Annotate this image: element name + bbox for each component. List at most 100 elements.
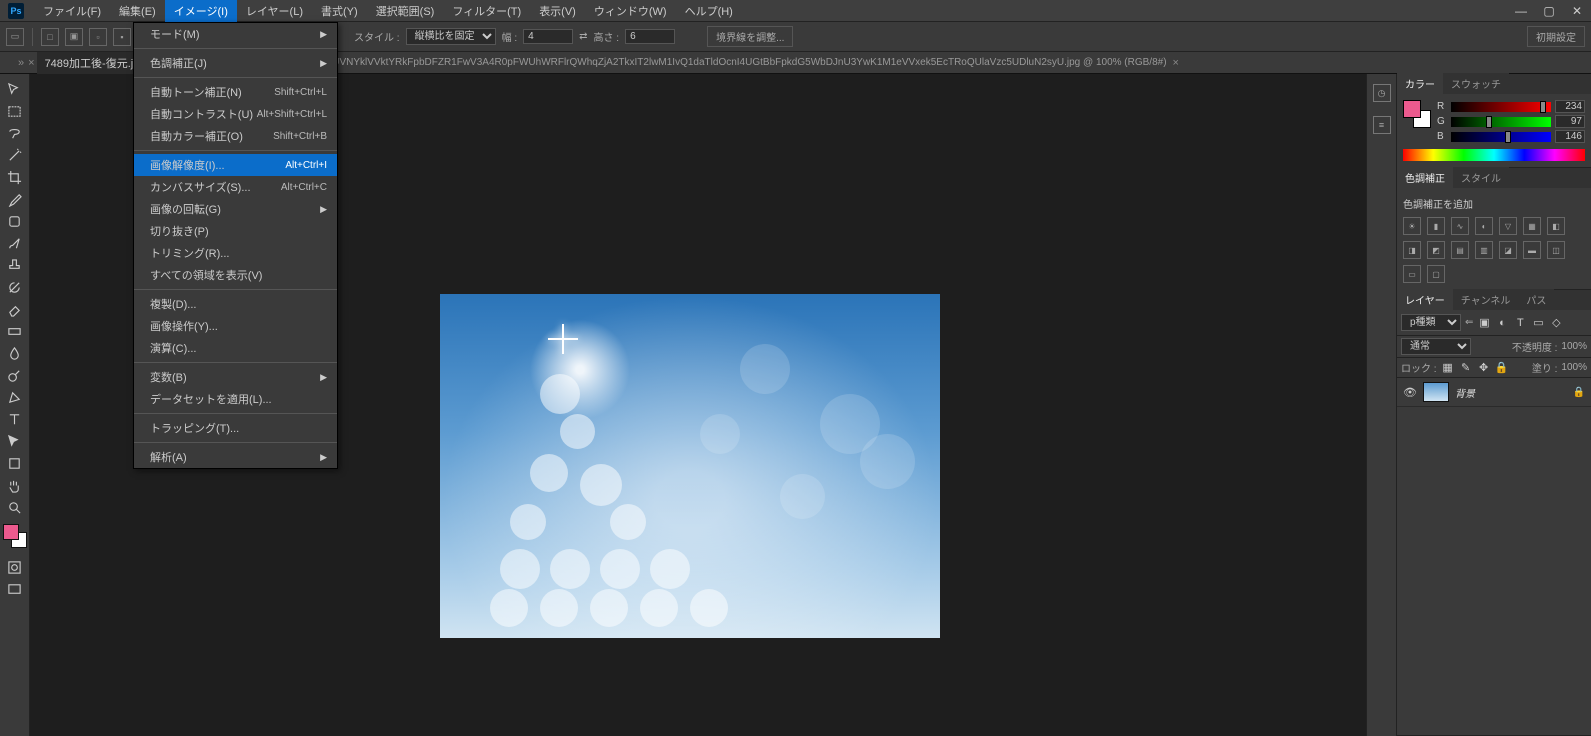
tab-adjustments[interactable]: 色調補正 bbox=[1397, 167, 1453, 188]
menu-2[interactable]: イメージ(I) bbox=[165, 0, 237, 23]
workspace-button[interactable]: 初期設定 bbox=[1527, 26, 1585, 47]
menu-8[interactable]: ウィンドウ(W) bbox=[585, 0, 676, 23]
eraser-tool-icon[interactable] bbox=[2, 298, 28, 320]
brush-tool-icon[interactable] bbox=[2, 232, 28, 254]
colorbal-icon[interactable]: ◧ bbox=[1547, 217, 1565, 235]
r-slider[interactable] bbox=[1451, 102, 1551, 112]
style-select[interactable]: 縦横比を固定 bbox=[406, 28, 496, 45]
screenmode-icon[interactable] bbox=[2, 578, 28, 600]
close-button[interactable]: ✕ bbox=[1563, 0, 1591, 22]
menu-item-12[interactable]: トリミング(R)... bbox=[134, 242, 337, 264]
layer-kind-select[interactable]: p種類 bbox=[1401, 314, 1461, 331]
wand-tool-icon[interactable] bbox=[2, 144, 28, 166]
tab-swatches[interactable]: スウォッチ bbox=[1443, 73, 1509, 94]
menu-4[interactable]: 書式(Y) bbox=[312, 0, 367, 23]
move-tool-icon[interactable] bbox=[2, 78, 28, 100]
g-slider[interactable] bbox=[1451, 117, 1551, 127]
pen-tool-icon[interactable] bbox=[2, 386, 28, 408]
r-value[interactable] bbox=[1555, 100, 1585, 113]
new-selection-icon[interactable]: □ bbox=[41, 28, 59, 46]
eyedropper-tool-icon[interactable] bbox=[2, 188, 28, 210]
visibility-icon[interactable]: 👁 bbox=[1403, 385, 1417, 399]
filter-type-icon[interactable]: T bbox=[1513, 316, 1527, 330]
refine-edge-button[interactable]: 境界線を調整... bbox=[707, 26, 793, 47]
menu-9[interactable]: ヘルプ(H) bbox=[676, 0, 742, 23]
layer-item[interactable]: 👁 背景 🔒 bbox=[1397, 378, 1591, 407]
hue-icon[interactable]: ▦ bbox=[1523, 217, 1541, 235]
crop-tool-icon[interactable] bbox=[2, 166, 28, 188]
vibrance-icon[interactable]: ▽ bbox=[1499, 217, 1517, 235]
blend-mode-select[interactable]: 通常 bbox=[1401, 338, 1471, 355]
menu-item-0[interactable]: モード(M)▶ bbox=[134, 23, 337, 45]
color-swatch[interactable] bbox=[3, 524, 27, 548]
menu-item-5[interactable]: 自動コントラスト(U)Alt+Shift+Ctrl+L bbox=[134, 103, 337, 125]
dodge-tool-icon[interactable] bbox=[2, 364, 28, 386]
menu-7[interactable]: 表示(V) bbox=[530, 0, 585, 23]
quickmask-icon[interactable] bbox=[2, 556, 28, 578]
brightness-icon[interactable]: ☀ bbox=[1403, 217, 1421, 235]
selective-icon[interactable]: ▢ bbox=[1427, 265, 1445, 283]
marquee-tool-icon[interactable]: ▭ bbox=[6, 28, 24, 46]
spectrum-bar[interactable] bbox=[1403, 149, 1585, 161]
lock-paint-icon[interactable]: ✎ bbox=[1459, 361, 1473, 375]
lasso-tool-icon[interactable] bbox=[2, 122, 28, 144]
minimize-button[interactable]: — bbox=[1507, 0, 1535, 22]
properties-panel-icon[interactable]: ≡ bbox=[1373, 116, 1391, 134]
add-selection-icon[interactable]: ▣ bbox=[65, 28, 83, 46]
close-doc-icon[interactable]: × bbox=[1173, 57, 1179, 69]
curves-icon[interactable]: ∿ bbox=[1451, 217, 1469, 235]
menu-0[interactable]: ファイル(F) bbox=[34, 0, 110, 23]
lock-trans-icon[interactable]: ▦ bbox=[1441, 361, 1455, 375]
width-input[interactable] bbox=[523, 29, 573, 44]
gradient-icon[interactable]: ▭ bbox=[1403, 265, 1421, 283]
document-canvas[interactable] bbox=[440, 294, 940, 638]
invert-icon[interactable]: ◪ bbox=[1499, 241, 1517, 259]
g-value[interactable] bbox=[1555, 115, 1585, 128]
menu-item-4[interactable]: 自動トーン補正(N)Shift+Ctrl+L bbox=[134, 81, 337, 103]
shape-tool-icon[interactable] bbox=[2, 452, 28, 474]
lookup-icon[interactable]: ▥ bbox=[1475, 241, 1493, 259]
filter-image-icon[interactable]: ▣ bbox=[1477, 316, 1491, 330]
tab-color[interactable]: カラー bbox=[1397, 73, 1443, 94]
close-tab-icon[interactable]: × bbox=[28, 57, 34, 69]
lock-pos-icon[interactable]: ✥ bbox=[1477, 361, 1491, 375]
panel-color-swatch[interactable] bbox=[1403, 100, 1431, 128]
zoom-tool-icon[interactable] bbox=[2, 496, 28, 518]
heal-tool-icon[interactable] bbox=[2, 210, 28, 232]
tab-channels[interactable]: チャンネル bbox=[1453, 289, 1519, 310]
tab-chevron-icon[interactable]: » bbox=[18, 57, 24, 69]
filter-smart-icon[interactable]: ◇ bbox=[1549, 316, 1563, 330]
filter-shape-icon[interactable]: ▭ bbox=[1531, 316, 1545, 330]
swap-icon[interactable]: ⇄ bbox=[579, 31, 587, 42]
subtract-selection-icon[interactable]: ▫ bbox=[89, 28, 107, 46]
menu-item-15[interactable]: 複製(D)... bbox=[134, 293, 337, 315]
tab-paths[interactable]: パス bbox=[1518, 289, 1554, 310]
marquee-tool-icon[interactable] bbox=[2, 100, 28, 122]
history-panel-icon[interactable]: ◷ bbox=[1373, 84, 1391, 102]
stamp-tool-icon[interactable] bbox=[2, 254, 28, 276]
path-tool-icon[interactable] bbox=[2, 430, 28, 452]
lock-all-icon[interactable]: 🔒 bbox=[1495, 361, 1509, 375]
channel-icon[interactable]: ▤ bbox=[1451, 241, 1469, 259]
layer-name[interactable]: 背景 bbox=[1455, 385, 1475, 400]
filter-adj-icon[interactable]: ◐ bbox=[1495, 316, 1509, 330]
menu-item-10[interactable]: 画像の回転(G)▶ bbox=[134, 198, 337, 220]
opacity-value[interactable]: 100% bbox=[1561, 341, 1587, 352]
type-tool-icon[interactable] bbox=[2, 408, 28, 430]
threshold-icon[interactable]: ◫ bbox=[1547, 241, 1565, 259]
menu-6[interactable]: フィルター(T) bbox=[443, 0, 530, 23]
photo-icon[interactable]: ◩ bbox=[1427, 241, 1445, 259]
bw-icon[interactable]: ◨ bbox=[1403, 241, 1421, 259]
blur-tool-icon[interactable] bbox=[2, 342, 28, 364]
tab-layers[interactable]: レイヤー bbox=[1397, 289, 1453, 310]
b-value[interactable] bbox=[1555, 130, 1585, 143]
menu-item-6[interactable]: 自動カラー補正(O)Shift+Ctrl+B bbox=[134, 125, 337, 147]
hand-tool-icon[interactable] bbox=[2, 474, 28, 496]
menu-3[interactable]: レイヤー(L) bbox=[237, 0, 312, 23]
levels-icon[interactable]: ▮ bbox=[1427, 217, 1445, 235]
tab-styles[interactable]: スタイル bbox=[1453, 167, 1509, 188]
menu-item-17[interactable]: 演算(C)... bbox=[134, 337, 337, 359]
history-brush-icon[interactable] bbox=[2, 276, 28, 298]
menu-item-8[interactable]: 画像解像度(I)...Alt+Ctrl+I bbox=[134, 154, 337, 176]
layer-thumbnail[interactable] bbox=[1423, 382, 1449, 402]
